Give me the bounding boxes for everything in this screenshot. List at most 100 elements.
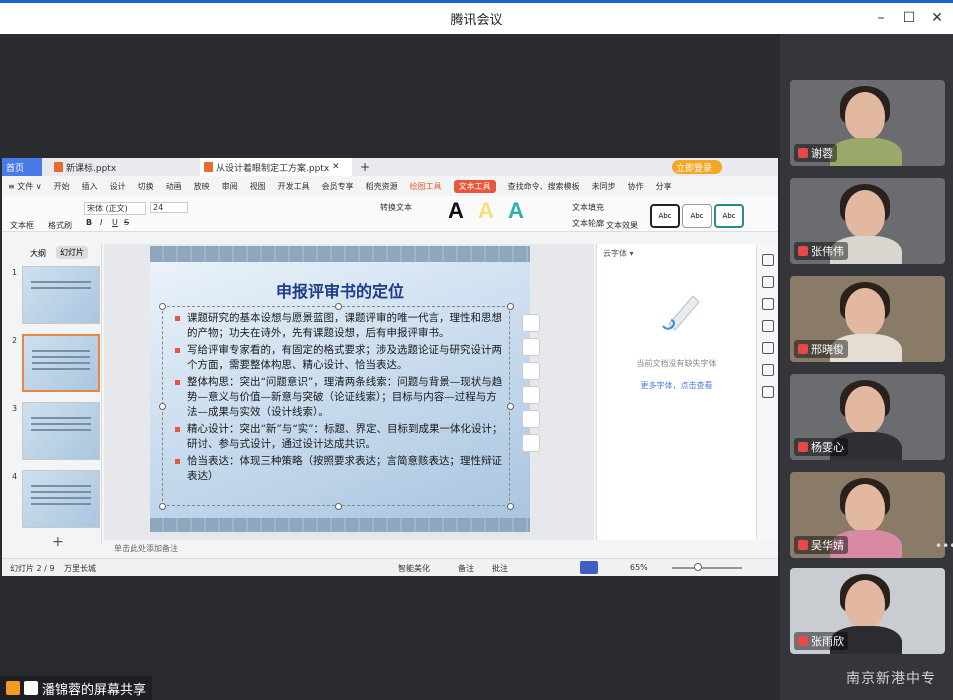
font-name-select[interactable]: 宋体 (正文) xyxy=(84,202,146,215)
text-style-yellow[interactable]: A xyxy=(478,198,494,224)
rail-icon[interactable] xyxy=(762,342,774,354)
participant-tile[interactable]: 谢蓉 xyxy=(790,80,945,166)
strikethrough-button[interactable]: S xyxy=(124,218,129,227)
slide-thumbnail-2[interactable] xyxy=(22,334,100,392)
participant-tile[interactable]: 张雨欣 xyxy=(790,568,945,654)
theme-name[interactable]: 万里长城 xyxy=(64,563,96,574)
more-icon[interactable] xyxy=(522,434,540,452)
rail-icon[interactable] xyxy=(762,320,774,332)
shape-style-1[interactable]: Abc xyxy=(650,204,680,228)
menu-text-tools[interactable]: 文本工具 xyxy=(453,179,496,193)
text-fill-button[interactable]: 文本填充 xyxy=(572,202,604,213)
tab-document-2[interactable]: 从设计着眼制定工方案.pptx ✕ xyxy=(200,158,352,176)
tab-outline[interactable]: 大纲 xyxy=(30,248,46,259)
slide-thumbnail-4[interactable] xyxy=(22,470,100,528)
rail-icon[interactable] xyxy=(762,364,774,376)
text-effect-button[interactable]: 文本效果 xyxy=(606,220,638,231)
text-outline-button[interactable]: 文本轮廓 xyxy=(572,218,604,229)
resize-handle[interactable] xyxy=(507,503,514,510)
add-tab-button[interactable]: + xyxy=(356,158,372,176)
menu-drawing-tools[interactable]: 绘图工具 xyxy=(410,181,442,192)
resize-handle[interactable] xyxy=(159,303,166,310)
close-icon[interactable]: ✕ xyxy=(928,9,946,27)
italic-button[interactable]: I xyxy=(100,218,102,227)
menu-item[interactable]: 插入 xyxy=(82,181,98,192)
convert-text-button[interactable]: 转换文本 xyxy=(380,202,412,213)
menu-file[interactable]: ≡ 文件 ∨ xyxy=(8,181,42,192)
close-tab-icon[interactable]: ✕ xyxy=(332,162,340,172)
bulb-icon[interactable] xyxy=(522,410,540,428)
resize-handle[interactable] xyxy=(159,503,166,510)
participant-tile[interactable]: 吴华婧 xyxy=(790,472,945,558)
zoom-slider[interactable] xyxy=(672,567,742,569)
shape-style-3[interactable]: Abc xyxy=(714,204,744,228)
notes-button[interactable]: 备注 xyxy=(458,563,474,574)
menu-item[interactable]: 放映 xyxy=(194,181,210,192)
participant-tile[interactable]: 邢晓俊 xyxy=(790,276,945,362)
fill-icon[interactable] xyxy=(522,362,540,380)
more-fonts-link[interactable]: 更多字体，点击查看 xyxy=(597,380,756,391)
maximize-icon[interactable]: ☐ xyxy=(900,9,918,27)
underline-button[interactable]: U xyxy=(112,218,118,227)
textbox-button[interactable]: 文本框 xyxy=(10,220,34,231)
shape-style-2[interactable]: Abc xyxy=(682,204,712,228)
menu-item[interactable]: 设计 xyxy=(110,181,126,192)
slide-title[interactable]: 申报评审书的定位 xyxy=(150,278,530,302)
pen-icon[interactable] xyxy=(522,338,540,356)
rail-icon[interactable] xyxy=(762,386,774,398)
menu-item[interactable]: 视图 xyxy=(250,181,266,192)
menu-item[interactable]: 稻壳资源 xyxy=(366,181,398,192)
layers-icon[interactable] xyxy=(522,314,540,332)
more-options-icon[interactable]: ••• xyxy=(935,539,953,553)
notes-placeholder[interactable]: 单击此处添加备注 xyxy=(104,540,594,556)
menu-item[interactable]: 审阅 xyxy=(222,181,238,192)
zoom-level[interactable]: 65% xyxy=(630,563,648,572)
text-style-teal[interactable]: A xyxy=(508,198,524,224)
add-slide-button[interactable]: + xyxy=(52,534,64,550)
minimize-icon[interactable]: – xyxy=(872,9,890,27)
slide-text-box[interactable]: 课题研究的基本设想与愿景蓝图，课题评审的唯一代言，理性和思想的产物；功夫在诗外，… xyxy=(162,306,510,506)
panel-title[interactable]: 云字体 ▾ xyxy=(603,248,634,259)
frame-icon[interactable] xyxy=(522,386,540,404)
tab-slides[interactable]: 幻灯片 xyxy=(56,246,88,259)
menu-search[interactable]: 查找命令、搜索模板 xyxy=(508,181,580,192)
text-style-black[interactable]: A xyxy=(448,198,464,224)
menu-share[interactable]: 分享 xyxy=(656,181,672,192)
font-size-select[interactable]: 24 xyxy=(150,202,188,213)
menu-unsynced[interactable]: 未同步 xyxy=(592,181,616,192)
participant-tile[interactable]: 张伟伟 xyxy=(790,178,945,264)
menu-item[interactable]: 切换 xyxy=(138,181,154,192)
menu-item[interactable]: 动画 xyxy=(166,181,182,192)
slide-thumbnail-1[interactable] xyxy=(22,266,100,324)
zoom-slider-handle[interactable] xyxy=(694,563,702,571)
login-button[interactable]: 立即登录 xyxy=(672,160,722,174)
menu-item[interactable]: 开始 xyxy=(54,181,70,192)
play-slideshow-button[interactable] xyxy=(580,561,598,574)
smart-beautify-button[interactable]: 智能美化 xyxy=(398,563,430,574)
rail-icon[interactable] xyxy=(762,254,774,266)
resize-handle[interactable] xyxy=(507,403,514,410)
pen-illustration-icon xyxy=(662,295,700,331)
resize-handle[interactable] xyxy=(335,303,342,310)
format-painter-button[interactable]: 格式刷 xyxy=(48,220,72,231)
slide-thumbnail-3[interactable] xyxy=(22,402,100,460)
menu-collab[interactable]: 协作 xyxy=(628,181,644,192)
resize-handle[interactable] xyxy=(159,403,166,410)
thumb-number: 4 xyxy=(12,472,18,481)
pptx-file-icon xyxy=(54,162,63,172)
slide-border-top xyxy=(150,246,530,262)
slide-thumbnail-panel: 大纲 幻灯片 1 2 3 4 + xyxy=(2,244,102,550)
resize-handle[interactable] xyxy=(507,303,514,310)
current-slide[interactable]: 申报评审书的定位 课题研究的基本设想与愿景蓝图，课题评审的唯一代言，理性和思想的… xyxy=(150,246,530,532)
tab-document-1[interactable]: 新课标.pptx xyxy=(50,158,200,176)
participant-tile[interactable]: 杨雯心 xyxy=(790,374,945,460)
comments-button[interactable]: 批注 xyxy=(492,563,508,574)
resize-handle[interactable] xyxy=(335,503,342,510)
rail-icon[interactable] xyxy=(762,276,774,288)
menu-item[interactable]: 开发工具 xyxy=(278,181,310,192)
bold-button[interactable]: B xyxy=(86,218,92,227)
menu-item[interactable]: 会员专享 xyxy=(322,181,354,192)
rail-icon[interactable] xyxy=(762,298,774,310)
screen-share-badge[interactable]: 潘锦蓉的屏幕共享 xyxy=(0,676,153,700)
tab-home[interactable]: 首页 xyxy=(2,158,42,176)
